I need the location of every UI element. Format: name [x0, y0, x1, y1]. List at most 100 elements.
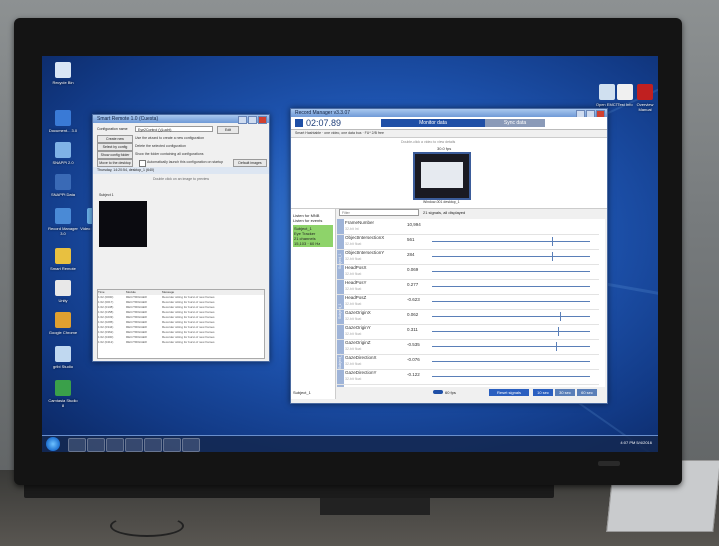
default-images-button[interactable]: Default images — [233, 159, 267, 167]
signal-unit: 32-bit float — [345, 302, 362, 306]
signal-value: 0.069 — [407, 267, 419, 272]
gribi-icon — [55, 346, 71, 362]
signal-row[interactable]: HeadPosY 32-bit float 0.277 — [337, 279, 599, 295]
signal-value: -0.076 — [407, 357, 420, 362]
monitor-power-button — [598, 461, 620, 466]
signal-name: GazeOriginY — [345, 325, 371, 330]
signal-row[interactable]: HeadPosZ 32-bit float -0.623 — [337, 294, 599, 310]
signal-value: 0.062 — [407, 312, 419, 317]
signal-value: 0.277 — [407, 282, 419, 287]
taskbar-folder-button[interactable] — [106, 438, 124, 452]
signal-row[interactable]: ObjectIntersectionX 32-bit float 561 — [337, 234, 599, 250]
signal-name: GazeOriginX — [345, 310, 371, 315]
desktop-icon-label: Overview Manual — [636, 102, 654, 112]
system-clock[interactable]: 4:07 PM 5/4/2016 — [620, 440, 652, 445]
option-button[interactable]: Show config folder — [97, 151, 133, 159]
option-button[interactable]: Create new — [97, 135, 133, 143]
signal-value: -0.623 — [407, 297, 420, 302]
bottom-subject-label[interactable]: Subject_1 — [293, 390, 311, 395]
signal-row[interactable]: ObjectIntersectionY 32-bit float 284 — [337, 249, 599, 265]
config-name-select[interactable]: Eye2Control ()(Lucht) — [135, 126, 213, 132]
taskbar-record-manager-button[interactable] — [144, 438, 162, 452]
desktop-icon[interactable]: Document... 3.0 — [48, 110, 78, 133]
reset-signals-button[interactable]: Reset signals — [489, 389, 529, 396]
edit-button[interactable]: Edit — [217, 126, 239, 134]
tab-monitor-data[interactable]: Monitor data — [381, 119, 485, 127]
desktop-icon[interactable]: SNAPPi 2.0 — [48, 142, 78, 165]
taskbar-explorer-button[interactable] — [68, 438, 86, 452]
desktop-icon[interactable]: Camtasia Studio 8 — [48, 380, 78, 408]
folder-icon — [55, 174, 71, 190]
signal-name: ObjectIntersectionY — [345, 250, 385, 255]
time-10s-button[interactable]: 10 sec — [533, 389, 553, 396]
zoom-slider[interactable] — [433, 390, 443, 394]
chrome-icon — [55, 312, 71, 328]
recycle-bin-icon — [55, 62, 71, 78]
signal-name: HeadPosY — [345, 280, 367, 285]
desktop-icon[interactable]: Recycle Bin — [48, 62, 78, 85]
signal-row[interactable]: GazeOriginY 32-bit float 0.311 — [337, 324, 599, 340]
signal-row[interactable]: GazeOriginZ 32-bit float -0.535 — [337, 339, 599, 355]
subject-entry[interactable]: Subject_1 Eye Tracker 21 channels 15,103… — [293, 225, 333, 247]
signal-trace — [432, 331, 590, 332]
signal-filter-input[interactable] — [339, 209, 419, 216]
signal-row[interactable]: GazeOriginX 32-bit float 0.062 — [337, 309, 599, 325]
time-60s-button[interactable]: 60 sec — [577, 389, 597, 396]
signal-value: -0.535 — [407, 342, 420, 347]
tab-sync-data[interactable]: Sync data — [485, 119, 545, 127]
maximize-button[interactable] — [248, 116, 257, 124]
log-row: 1:02 (0412) REC/TRIGGER Recorder sitting f… — [98, 340, 264, 345]
signal-row[interactable]: FrameNumber 32-bit Int 10,994 — [337, 219, 599, 235]
record-manager-window: Record Manager v3.3.07 02:07.89 Monitor … — [290, 108, 608, 404]
signal-trace — [432, 361, 590, 362]
desktop-icon[interactable]: Smart Remote — [48, 248, 78, 271]
desktop-icon[interactable]: gribi Studio — [48, 346, 78, 369]
signal-trace — [432, 271, 590, 272]
record-manager-titlebar[interactable]: Record Manager v3.3.07 — [291, 109, 607, 118]
video-preview[interactable] — [99, 201, 147, 247]
startup-checkbox[interactable] — [139, 160, 146, 167]
record-icon[interactable] — [295, 119, 303, 127]
option-button[interactable]: Select by config — [97, 143, 133, 151]
video-thumbnail[interactable] — [413, 152, 471, 200]
start-button[interactable] — [46, 437, 60, 451]
desktop-icon[interactable]: SNAPPi Data — [48, 174, 78, 197]
signal-row[interactable]: GazeDirectionX 32-bit float -0.076 — [337, 354, 599, 370]
source-summary: Smart Hashtable · one video, one data bu… — [295, 131, 384, 135]
desktop-icon[interactable]: Unity — [48, 280, 78, 303]
minimize-button[interactable] — [238, 116, 247, 124]
desktop-icon[interactable]: Record Manager 3.0 — [48, 208, 78, 236]
taskbar-media-button[interactable] — [125, 438, 143, 452]
desktop-icon-label: Camtasia Studio 8 — [48, 398, 78, 408]
subject-rate: 15,103 · 60 Hz — [294, 241, 321, 246]
config-window-titlebar[interactable]: Smart Remote 1.0 (Cuesta) — [93, 115, 269, 124]
signal-spike — [552, 252, 553, 261]
taskbar-smart-remote-button[interactable] — [163, 438, 181, 452]
desktop-icon-label: gribi Studio — [52, 364, 73, 369]
desktop-icon[interactable]: Google Chrome — [48, 312, 78, 335]
taskbar-camtasia-button[interactable] — [182, 438, 200, 452]
listen-events-option[interactable]: Listen for events — [291, 218, 335, 223]
signal-toolbar: 21 signals, all displayed — [337, 209, 605, 217]
subjects-pane: Listen for MNB Listen for events Subject… — [291, 209, 336, 399]
option-button[interactable]: Move to the desktop — [97, 159, 133, 167]
desktop-icon-label: SNAPPi Data — [50, 192, 75, 197]
signal-row[interactable]: GazeDirectionY 32-bit float -0.122 — [337, 369, 599, 385]
signal-trace — [432, 286, 590, 287]
video-panel: Double-click a video to view details 30.… — [291, 137, 607, 209]
config-window-title: Smart Remote 1.0 (Cuesta) — [97, 116, 159, 122]
desktop-icon[interactable]: Overview Manual — [630, 84, 658, 112]
time-30s-button[interactable]: 30 sec — [555, 389, 575, 396]
listen-mnb-option[interactable]: Listen for MNB — [291, 209, 335, 218]
signal-value: 10,994 — [407, 222, 421, 227]
signal-trace — [432, 241, 590, 242]
log-time: 1:02 (0412) — [98, 340, 114, 344]
signal-trace — [432, 316, 590, 317]
taskbar-chrome-button[interactable] — [87, 438, 105, 452]
preview-hint: Double click on an image to preview — [153, 177, 210, 181]
signal-count: 21 signals, all displayed — [423, 210, 466, 215]
smart-remote-icon — [55, 248, 71, 264]
signal-row[interactable]: HeadPosX 32-bit float 0.069 — [337, 264, 599, 280]
signal-name: GazeOriginZ — [345, 340, 371, 345]
close-button[interactable] — [258, 116, 267, 124]
